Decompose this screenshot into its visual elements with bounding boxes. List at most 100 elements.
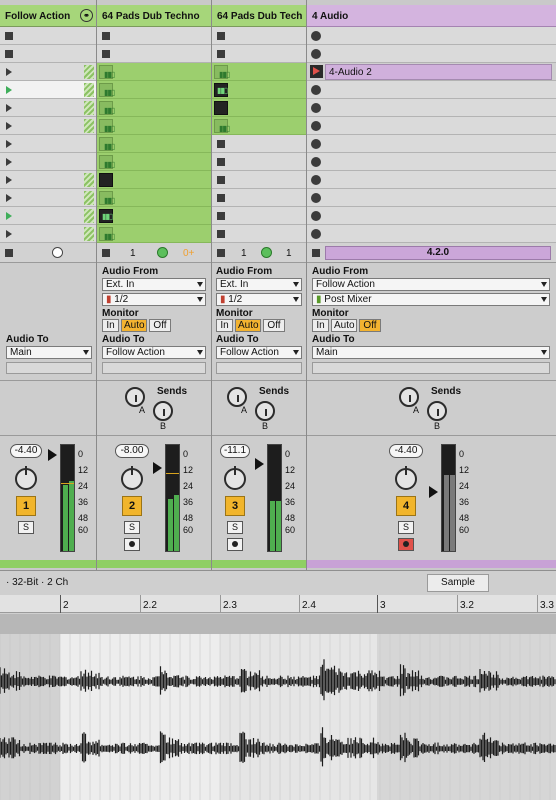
clip-slot[interactable] xyxy=(0,27,96,45)
record-slot-icon[interactable] xyxy=(311,175,321,185)
track-header[interactable]: Follow Action ⚭ xyxy=(0,5,96,27)
monitor-off-button[interactable]: Off xyxy=(263,319,285,332)
monitor-auto-button[interactable]: Auto xyxy=(331,319,357,332)
clip-slot[interactable] xyxy=(307,81,556,99)
clip[interactable]: ▮▮▯ xyxy=(97,153,211,171)
clip[interactable] xyxy=(97,171,211,189)
record-slot-icon[interactable] xyxy=(311,85,321,95)
pan-knob[interactable] xyxy=(121,466,143,490)
record-slot-icon[interactable] xyxy=(311,157,321,167)
clip-slot[interactable] xyxy=(307,189,556,207)
stop-icon[interactable] xyxy=(217,194,225,202)
monitor-in-button[interactable]: In xyxy=(312,319,329,332)
stop-icon[interactable] xyxy=(217,158,225,166)
clip-name[interactable]: 4-Audio 2 xyxy=(325,64,552,80)
stop-all-icon[interactable] xyxy=(5,249,13,257)
output-channel-box[interactable] xyxy=(6,362,92,374)
stop-icon[interactable] xyxy=(217,212,225,220)
clip-slot[interactable] xyxy=(307,153,556,171)
record-slot-icon[interactable] xyxy=(311,229,321,239)
stop-all-icon[interactable] xyxy=(217,249,225,257)
clip-slot[interactable] xyxy=(212,225,306,243)
send-b-knob[interactable] xyxy=(427,401,447,421)
clip-slot[interactable] xyxy=(0,63,96,81)
record-slot-icon[interactable] xyxy=(311,121,321,131)
output-channel-box[interactable] xyxy=(216,362,302,374)
audio-to-dropdown[interactable]: Main xyxy=(312,346,550,359)
volume-fader-arrow[interactable] xyxy=(255,458,264,470)
clip-slot[interactable] xyxy=(0,99,96,117)
clip-launch-button[interactable]: ▮▮▯ xyxy=(214,83,228,97)
play-icon[interactable] xyxy=(6,86,12,94)
clip-launch-button[interactable]: ▮▮▯ xyxy=(99,83,115,97)
clip-launch-button[interactable]: ▮▮▯ xyxy=(99,227,115,241)
beat-ruler[interactable]: 2 2.2 2.3 2.4 3 3.2 3.3 xyxy=(0,595,556,613)
clip[interactable]: ▮▮▯ xyxy=(97,99,211,117)
clip-launch-button[interactable] xyxy=(99,173,113,187)
volume-fader-arrow[interactable] xyxy=(153,462,162,474)
input-channel-dropdown[interactable]: ▮ 1/2 xyxy=(216,293,302,306)
volume-fader-arrow[interactable] xyxy=(48,449,57,461)
send-a-knob[interactable] xyxy=(227,387,247,407)
clip[interactable] xyxy=(212,99,306,117)
clip-launch-button[interactable]: ▮▮▯ xyxy=(99,119,115,133)
monitor-in-button[interactable]: In xyxy=(216,319,233,332)
clip[interactable]: ▮▮▯ xyxy=(97,63,211,81)
output-channel-box[interactable] xyxy=(102,362,206,374)
clip[interactable]: ▮▮▯ xyxy=(212,81,306,99)
clip-slot[interactable] xyxy=(0,135,96,153)
play-icon[interactable] xyxy=(6,104,12,112)
clip[interactable]: ▮▮▯ xyxy=(97,81,211,99)
clip-slot[interactable] xyxy=(0,171,96,189)
clip-slot[interactable] xyxy=(97,45,211,63)
clip[interactable]: ▮▮▯ xyxy=(212,117,306,135)
monitor-auto-button[interactable]: Auto xyxy=(121,319,147,332)
clip-launch-button[interactable]: ▮▮▯ xyxy=(214,65,230,79)
solo-button[interactable]: S xyxy=(18,521,34,534)
record-slot-icon[interactable] xyxy=(311,103,321,113)
monitor-auto-button[interactable]: Auto xyxy=(235,319,261,332)
send-a-knob[interactable] xyxy=(125,387,145,407)
clip-slot[interactable] xyxy=(212,189,306,207)
clip-launch-button[interactable] xyxy=(214,101,228,115)
clip-slot[interactable] xyxy=(97,27,211,45)
clip-slot[interactable] xyxy=(307,171,556,189)
pan-knob[interactable] xyxy=(224,466,246,490)
clip-slot[interactable] xyxy=(0,207,96,225)
clip-slot[interactable] xyxy=(307,135,556,153)
audio-to-dropdown[interactable]: Follow Action xyxy=(102,346,206,359)
audio-from-dropdown[interactable]: Ext. In xyxy=(216,278,302,291)
audio-from-dropdown[interactable]: Follow Action xyxy=(312,278,550,291)
record-slot-icon[interactable] xyxy=(311,31,321,41)
clip[interactable]: 4-Audio 2 xyxy=(307,63,556,81)
input-channel-dropdown[interactable]: ▮ Post Mixer xyxy=(312,293,550,306)
play-icon[interactable] xyxy=(6,230,12,238)
clip-slot[interactable] xyxy=(212,171,306,189)
loop-band[interactable] xyxy=(0,614,556,634)
volume-fader-arrow[interactable] xyxy=(429,486,438,498)
clip-slot[interactable] xyxy=(307,99,556,117)
stop-icon[interactable] xyxy=(102,50,110,58)
audio-from-dropdown[interactable]: Ext. In xyxy=(102,278,206,291)
solo-button[interactable]: S xyxy=(124,521,140,534)
play-icon[interactable] xyxy=(6,212,12,220)
fold-icon[interactable]: ⚭ xyxy=(80,9,93,22)
send-a-knob[interactable] xyxy=(399,387,419,407)
audio-to-dropdown[interactable]: Follow Action xyxy=(216,346,302,359)
clip-launch-button[interactable]: ▮▮▯ xyxy=(99,155,115,169)
arm-button[interactable] xyxy=(124,538,140,551)
clip-slot[interactable] xyxy=(212,27,306,45)
play-icon[interactable] xyxy=(6,176,12,184)
stop-icon[interactable] xyxy=(217,176,225,184)
record-slot-icon[interactable] xyxy=(311,139,321,149)
track-activator[interactable]: 1 xyxy=(16,496,36,516)
clip-slot[interactable] xyxy=(212,45,306,63)
arm-button[interactable] xyxy=(398,538,414,551)
waveform-display[interactable] xyxy=(0,634,556,800)
monitor-off-button[interactable]: Off xyxy=(149,319,171,332)
record-slot-icon[interactable] xyxy=(311,211,321,221)
clip-launch-button[interactable]: ▮▮▯ xyxy=(99,101,115,115)
monitor-off-button[interactable]: Off xyxy=(359,319,381,332)
clip-launch-button[interactable]: ▮▮▯ xyxy=(214,119,230,133)
stop-icon[interactable] xyxy=(217,230,225,238)
